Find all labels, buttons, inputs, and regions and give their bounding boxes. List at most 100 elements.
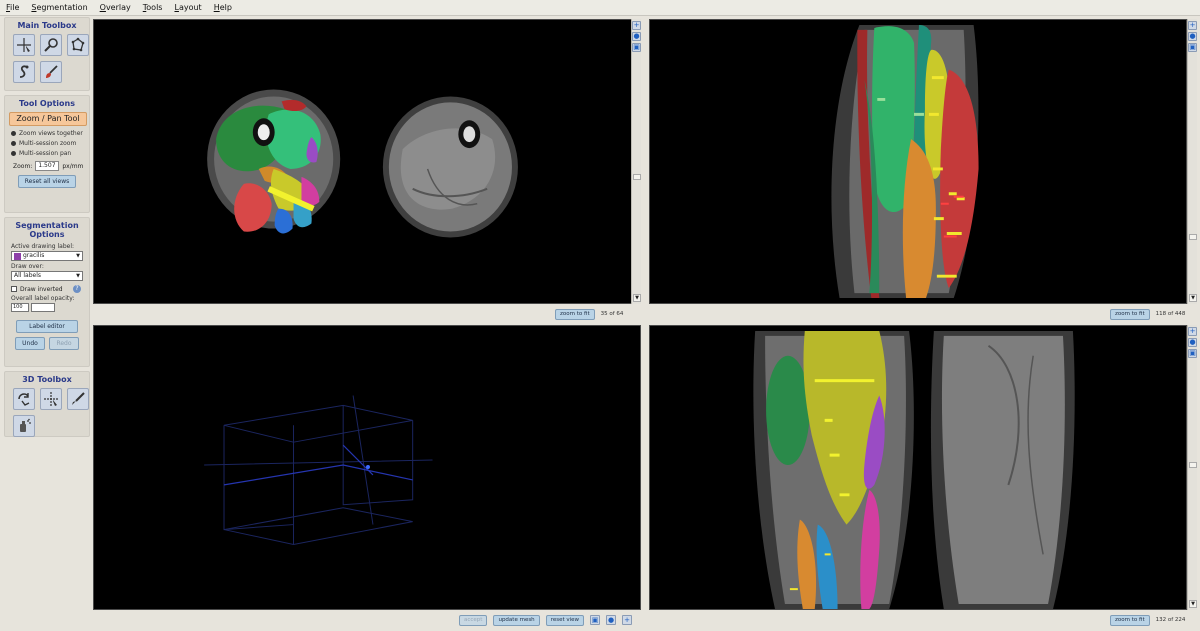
zoom-tool-button[interactable]: [40, 34, 62, 56]
plus-icon[interactable]: +: [1188, 21, 1197, 30]
opacity-input[interactable]: 100: [11, 303, 29, 312]
coronal-zoom-to-fit-button[interactable]: zoom to fit: [1110, 614, 1150, 626]
axial-scroll-thumb[interactable]: [633, 174, 641, 180]
eye-icon[interactable]: ●: [606, 615, 617, 625]
sagittal-scroll-thumb[interactable]: [1189, 234, 1197, 240]
snake-tool-button[interactable]: [13, 61, 35, 83]
redo-button[interactable]: Redo: [49, 337, 79, 350]
segmentation-options-title: Segmentation Options: [15, 221, 79, 239]
plus-icon[interactable]: +: [1188, 327, 1197, 336]
update-mesh-button[interactable]: update mesh: [493, 614, 540, 626]
draw-inverted-label: Draw inverted: [20, 285, 63, 293]
spray-tool-button[interactable]: [13, 415, 35, 437]
eye-icon[interactable]: ●: [632, 32, 641, 41]
coronal-scroll-thumb[interactable]: [1189, 462, 1197, 468]
tool-options: Tool Options Zoom / Pan Tool Zoom views …: [4, 95, 90, 213]
axial-view[interactable]: [93, 19, 641, 304]
label-editor-button[interactable]: Label editor: [16, 320, 78, 333]
opacity-row: 100: [11, 303, 85, 312]
camera-icon[interactable]: ▣: [1188, 43, 1197, 52]
zoom-icon: [44, 38, 58, 52]
arrow-down-icon[interactable]: ▼: [1189, 294, 1197, 302]
draw-over-select[interactable]: All labels ▼: [11, 271, 83, 281]
paintbrush-tool-button[interactable]: [40, 61, 62, 83]
eye-icon[interactable]: ●: [1188, 32, 1197, 41]
menu-segmentation[interactable]: Segmentation: [31, 3, 87, 12]
arrow-down-icon[interactable]: ▼: [1189, 600, 1197, 608]
axial-slice-image: [207, 89, 518, 238]
scalpel-icon: [72, 392, 85, 405]
menu-tools[interactable]: Tools: [143, 3, 163, 12]
sagittal-status: zoom to fit 118 of 448: [1110, 306, 1185, 322]
zoom-pan-tool-label: Zoom / Pan Tool: [9, 112, 87, 126]
reset-all-views-button[interactable]: Reset all views: [18, 175, 76, 188]
menu-layout[interactable]: Layout: [174, 3, 201, 12]
menu-file[interactable]: File: [6, 3, 19, 12]
coronal-slice-counter: 132 of 224: [1155, 617, 1186, 623]
3d-render-canvas: [204, 395, 433, 545]
left-sidebar: Main Toolbox Tool Options Zoom / Pan Too…: [4, 17, 90, 627]
radio-dot-icon: [11, 151, 16, 156]
sagittal-slice-image: [831, 24, 979, 299]
arrow-down-icon[interactable]: ▼: [633, 294, 641, 302]
help-icon[interactable]: ?: [73, 285, 81, 293]
draw-inverted-option[interactable]: Draw inverted ?: [11, 285, 85, 293]
active-label-caption: Active drawing label:: [11, 243, 75, 250]
accept-button[interactable]: accept: [459, 614, 488, 626]
opacity-slider[interactable]: [31, 303, 55, 312]
eye-icon[interactable]: ●: [1188, 338, 1197, 347]
reset-view-button[interactable]: reset view: [545, 614, 585, 626]
crosshairs-3d-icon: [44, 392, 58, 406]
coronal-slice-image: [753, 330, 1075, 609]
polygon-tool-button[interactable]: [67, 34, 89, 56]
snake-icon: [19, 65, 29, 78]
axial-zoom-to-fit-button[interactable]: zoom to fit: [555, 308, 595, 320]
active-label-value: gracilis: [23, 252, 45, 259]
sagittal-scrollbar[interactable]: + ● ▣ ▼: [1187, 19, 1197, 304]
zoom-views-together-option[interactable]: Zoom views together: [11, 130, 85, 137]
camera-icon[interactable]: ▣: [1188, 349, 1197, 358]
coronal-scrollbar[interactable]: + ● ▣ ▼: [1187, 325, 1197, 610]
crosshairs-3d-tool-button[interactable]: [40, 388, 62, 410]
chevron-down-icon: ▼: [76, 253, 80, 259]
axial-slice-counter: 35 of 64: [600, 311, 624, 317]
spray-icon: [20, 418, 31, 432]
option-label: Multi-session zoom: [19, 140, 77, 147]
multi-session-pan-option[interactable]: Multi-session pan: [11, 150, 85, 157]
option-label: Multi-session pan: [19, 150, 72, 157]
menu-help[interactable]: Help: [214, 3, 232, 12]
opacity-caption: Overall label opacity:: [11, 295, 75, 302]
axial-status: zoom to fit 35 of 64: [555, 306, 623, 322]
zoom-row: Zoom: 1.507 px/mm: [13, 161, 85, 171]
3d-view[interactable]: [93, 325, 641, 610]
radio-dot-icon: [11, 141, 16, 146]
plus-icon[interactable]: +: [622, 615, 633, 625]
tool-options-title: Tool Options: [19, 99, 75, 108]
scalpel-tool-button[interactable]: [67, 388, 89, 410]
main-toolbox: Main Toolbox: [4, 17, 90, 91]
zoom-input[interactable]: 1.507: [35, 161, 60, 171]
undo-button[interactable]: Undo: [15, 337, 45, 350]
draw-over-caption: Draw over:: [11, 263, 44, 270]
active-label-select[interactable]: gracilis ▼: [11, 251, 83, 261]
menu-overlay[interactable]: Overlay: [100, 3, 131, 12]
sagittal-view[interactable]: [649, 19, 1187, 304]
multi-session-zoom-option[interactable]: Multi-session zoom: [11, 140, 85, 147]
coronal-status: zoom to fit 132 of 224: [1110, 612, 1185, 628]
axial-scrollbar[interactable]: + ● ▣ ▼: [631, 19, 641, 304]
coronal-view[interactable]: [649, 325, 1187, 610]
crosshairs-tool-button[interactable]: [13, 34, 35, 56]
crosshairs-icon: [17, 38, 31, 52]
draw-over-value: All labels: [14, 272, 41, 279]
chevron-down-icon: ▼: [76, 273, 80, 279]
toolbox-3d: 3D Toolbox: [4, 371, 90, 437]
option-label: Zoom views together: [19, 130, 83, 137]
camera-icon[interactable]: ▣: [590, 615, 601, 625]
camera-icon[interactable]: ▣: [632, 43, 641, 52]
plus-icon[interactable]: +: [632, 21, 641, 30]
segmentation-options: Segmentation Options Active drawing labe…: [4, 217, 90, 367]
sagittal-zoom-to-fit-button[interactable]: zoom to fit: [1110, 308, 1150, 320]
zoom-label: Zoom:: [13, 162, 33, 170]
rotate-3d-tool-button[interactable]: [13, 388, 35, 410]
draw-inverted-checkbox[interactable]: [11, 286, 17, 292]
